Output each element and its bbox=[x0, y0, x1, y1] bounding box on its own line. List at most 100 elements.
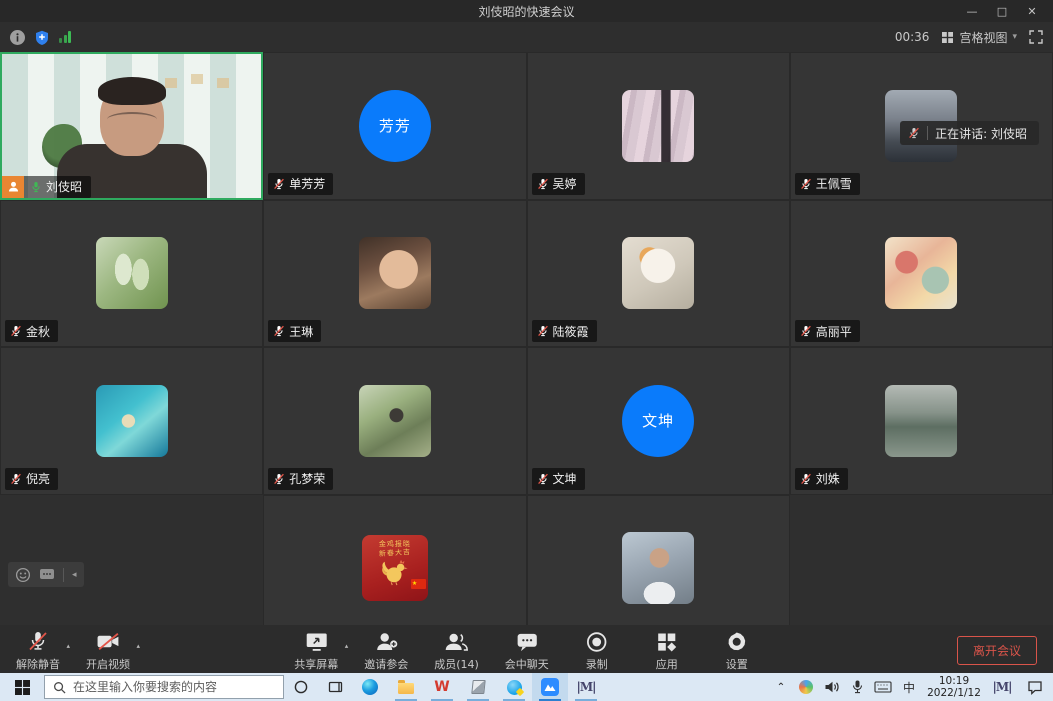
window-title: 刘伎昭的快速会议 bbox=[478, 3, 574, 20]
taskbar-app-qq[interactable] bbox=[496, 673, 532, 701]
taskbar-app-notebook[interactable] bbox=[460, 673, 496, 701]
tray-volume-icon[interactable] bbox=[819, 673, 845, 701]
clock-date: 2022/1/12 bbox=[927, 687, 981, 699]
participant-tile[interactable]: 倪亮 bbox=[0, 347, 263, 495]
participant-name-label: 文坤 bbox=[532, 468, 585, 490]
photo-avatar bbox=[885, 385, 957, 457]
apps-button[interactable]: 应用 bbox=[645, 630, 689, 672]
share-options-caret[interactable]: ▴ bbox=[345, 642, 349, 650]
participant-tile[interactable]: 陆筱霞 bbox=[527, 200, 790, 348]
taskbar-search-box[interactable] bbox=[44, 675, 284, 699]
reactions-minibar: ◂ bbox=[8, 562, 84, 587]
taskbar-app-wps[interactable]: W bbox=[424, 673, 460, 701]
tray-colorful-app-icon[interactable] bbox=[793, 673, 819, 701]
title-bar: 刘伎昭的快速会议 — □ ✕ bbox=[0, 0, 1053, 22]
tray-touch-keyboard-icon[interactable] bbox=[869, 673, 897, 701]
participant-name: 金秋 bbox=[26, 323, 50, 340]
notebook-icon bbox=[471, 680, 485, 694]
info-glyph bbox=[13, 33, 22, 42]
participant-tile[interactable]: 芳芳 单芳芳 bbox=[263, 52, 526, 200]
emoji-reactions-icon[interactable] bbox=[15, 567, 31, 583]
invite-button[interactable]: 邀请参会 bbox=[364, 630, 408, 672]
members-icon bbox=[444, 631, 470, 653]
mic-off-icon bbox=[800, 178, 812, 190]
participant-tile[interactable]: 金秋 bbox=[0, 200, 263, 348]
participant-tile[interactable]: 王琳 bbox=[263, 200, 526, 348]
settings-button[interactable]: 设置 bbox=[715, 630, 759, 672]
record-label: 录制 bbox=[586, 656, 608, 672]
grid-view-icon bbox=[941, 31, 954, 44]
participant-name-label: 吴婷 bbox=[532, 173, 585, 195]
poster-avatar: 金鸡报晓 新春大吉 ★ bbox=[362, 535, 428, 601]
tray-microphone-icon[interactable] bbox=[845, 673, 869, 701]
taskbar-app-meeting[interactable] bbox=[532, 673, 568, 701]
apps-label: 应用 bbox=[656, 656, 678, 672]
mic-off-icon bbox=[537, 178, 549, 190]
cortana-button[interactable] bbox=[284, 673, 318, 701]
ime-indicator[interactable]: 中 bbox=[897, 673, 921, 701]
action-center-icon[interactable] bbox=[1017, 673, 1053, 701]
maximize-icon[interactable]: □ bbox=[987, 0, 1017, 22]
members-button[interactable]: 成员(14) bbox=[434, 630, 479, 672]
tray-chevron-up-icon[interactable]: ⌃ bbox=[769, 673, 793, 701]
rooster-illustration bbox=[378, 558, 412, 586]
mic-off-icon bbox=[10, 473, 22, 485]
participant-tile[interactable]: 金鸡报晓 新春大吉 ★ bbox=[263, 495, 526, 626]
cortana-icon bbox=[294, 680, 308, 694]
participant-name-label: 刘伎昭 bbox=[2, 176, 91, 198]
participant-grid: 刘伎昭 芳芳 单芳芳 吴婷 王佩雪 金秋 bbox=[0, 52, 1053, 625]
participant-tile[interactable]: 吴婷 bbox=[527, 52, 790, 200]
fullscreen-icon[interactable] bbox=[1029, 30, 1043, 44]
meeting-timer: 00:36 bbox=[895, 30, 930, 44]
taskbar-app-edge[interactable] bbox=[352, 673, 388, 701]
meeting-info-icon[interactable] bbox=[10, 30, 25, 45]
video-options-caret[interactable]: ▴ bbox=[136, 642, 140, 650]
network-signal-icon[interactable] bbox=[59, 31, 71, 43]
participant-tile[interactable]: 文坤 文坤 bbox=[527, 347, 790, 495]
participant-tile[interactable] bbox=[527, 495, 790, 626]
participant-tile[interactable]: 刘姝 bbox=[790, 347, 1053, 495]
window-controls: — □ ✕ bbox=[957, 0, 1047, 22]
taskbar-clock[interactable]: 10:19 2022/1/12 bbox=[921, 673, 987, 701]
task-view-button[interactable] bbox=[318, 673, 352, 701]
participant-name: 倪亮 bbox=[26, 470, 50, 487]
tray-imi-icon[interactable]: |M| bbox=[987, 673, 1017, 701]
participant-tile[interactable]: 孔梦荣 bbox=[263, 347, 526, 495]
china-flag-icon: ★ bbox=[411, 579, 426, 589]
taskbar-app-imi[interactable]: |M| bbox=[568, 673, 604, 701]
participant-tile[interactable]: 高丽平 bbox=[790, 200, 1053, 348]
imi-app-icon: |M| bbox=[576, 680, 595, 694]
search-input[interactable] bbox=[73, 680, 275, 694]
participant-name-label: 金秋 bbox=[5, 320, 58, 342]
participant-tile-self-video[interactable]: 刘伎昭 bbox=[0, 52, 263, 200]
chevron-down-icon: ▾ bbox=[1012, 32, 1017, 42]
mic-options-caret[interactable]: ▴ bbox=[66, 642, 70, 650]
share-screen-label: 共享屏幕 bbox=[294, 656, 338, 672]
host-badge-icon bbox=[2, 176, 24, 198]
record-button[interactable]: 录制 bbox=[575, 630, 619, 672]
start-video-button[interactable]: 开启视频 ▴ bbox=[86, 630, 130, 672]
mic-off-icon bbox=[273, 325, 285, 337]
unmute-button[interactable]: 解除静音 ▴ bbox=[16, 630, 60, 672]
task-view-icon bbox=[328, 680, 343, 694]
participant-name: 陆筱霞 bbox=[553, 323, 589, 340]
share-screen-icon bbox=[304, 631, 328, 653]
members-label: 成员(14) bbox=[434, 656, 479, 672]
view-mode-selector[interactable]: 宫格视图 ▾ bbox=[941, 29, 1017, 46]
leave-meeting-button[interactable]: 离开会议 bbox=[957, 636, 1037, 665]
shield-protection-icon[interactable] bbox=[35, 30, 49, 45]
start-button[interactable] bbox=[0, 673, 44, 701]
unmute-label: 解除静音 bbox=[16, 656, 60, 672]
chat-button[interactable]: 会中聊天 bbox=[505, 630, 549, 672]
photo-avatar bbox=[359, 237, 431, 309]
mic-off-icon bbox=[273, 178, 285, 190]
collapse-left-icon[interactable]: ◂ bbox=[72, 570, 77, 580]
minimize-icon[interactable]: — bbox=[957, 0, 987, 22]
close-icon[interactable]: ✕ bbox=[1017, 0, 1047, 22]
invite-label: 邀请参会 bbox=[364, 656, 408, 672]
participant-name-label: 王琳 bbox=[268, 320, 321, 342]
taskbar-app-explorer[interactable] bbox=[388, 673, 424, 701]
share-screen-button[interactable]: 共享屏幕 ▴ bbox=[294, 630, 338, 672]
caption-chat-icon[interactable] bbox=[39, 568, 55, 581]
apps-grid-icon bbox=[656, 631, 678, 653]
